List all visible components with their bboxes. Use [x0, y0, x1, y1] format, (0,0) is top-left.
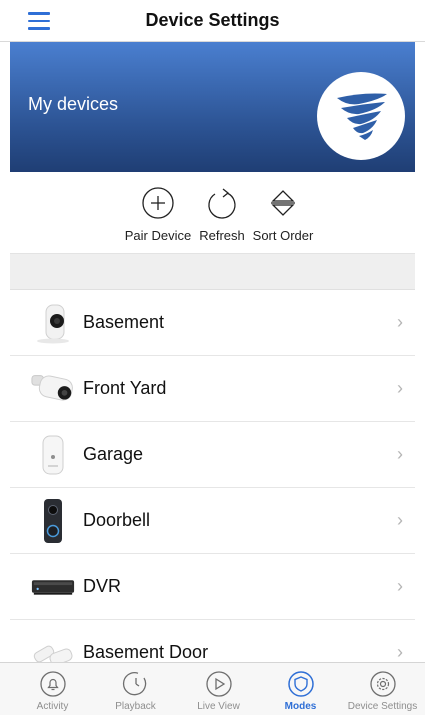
banner-title: My devices: [28, 94, 119, 114]
my-devices-banner: My devices: [10, 42, 415, 172]
dvr-icon: [30, 562, 76, 612]
tab-device-settings[interactable]: Device Settings: [340, 669, 425, 712]
tab-modes[interactable]: Modes: [258, 669, 343, 712]
device-actions: Pair Device Refresh Sort Order: [10, 172, 415, 254]
door-sensor-icon: [30, 628, 76, 662]
sensor-icon: [30, 430, 76, 480]
device-row-garage[interactable]: Garage ›: [10, 422, 415, 488]
device-list: Basement › Front Yard › Garage › Doorbel…: [10, 290, 415, 662]
device-row-basement[interactable]: Basement ›: [10, 290, 415, 356]
sort-order-button[interactable]: Sort Order: [243, 184, 323, 243]
play-icon: [176, 669, 261, 699]
chevron-right-icon: ›: [397, 642, 403, 662]
tab-label: Modes: [284, 701, 317, 712]
gear-icon: [340, 669, 425, 699]
tab-playback[interactable]: Playback: [93, 669, 178, 712]
tab-activity[interactable]: Activity: [10, 669, 95, 712]
device-row-front-yard[interactable]: Front Yard ›: [10, 356, 415, 422]
chevron-right-icon: ›: [397, 444, 403, 464]
page-title: Device Settings: [145, 10, 280, 30]
device-name: Doorbell: [83, 510, 151, 530]
device-name: Front Yard: [83, 378, 167, 398]
brand-logo-icon: [317, 72, 405, 160]
device-row-basement-door[interactable]: Basement Door ›: [10, 620, 415, 662]
tab-label: Live View: [197, 701, 240, 712]
chevron-right-icon: ›: [397, 576, 403, 596]
sort-order-icon: [243, 184, 323, 222]
device-row-dvr[interactable]: DVR ›: [10, 554, 415, 620]
device-name: Basement Door: [83, 642, 209, 662]
bullet-camera-icon: [30, 364, 76, 414]
sort-order-label: Sort Order: [252, 228, 314, 243]
bottom-tab-bar: Activity Playback Live View Modes Device…: [0, 662, 425, 715]
shield-icon: [258, 669, 343, 699]
top-bar: Device Settings: [0, 0, 425, 42]
playback-icon: [93, 669, 178, 699]
tab-label: Device Settings: [347, 701, 418, 712]
device-name: Basement: [83, 312, 165, 332]
tab-label: Activity: [36, 701, 69, 712]
bell-icon: [10, 669, 95, 699]
chevron-right-icon: ›: [397, 510, 403, 530]
device-name: Garage: [83, 444, 144, 464]
tab-live-view[interactable]: Live View: [176, 669, 261, 712]
device-row-doorbell[interactable]: Doorbell ›: [10, 488, 415, 554]
chevron-right-icon: ›: [397, 312, 403, 332]
device-name: DVR: [83, 576, 122, 596]
section-spacer: [10, 254, 415, 290]
doorbell-icon: [30, 496, 76, 546]
indoor-camera-icon: [30, 298, 76, 348]
chevron-right-icon: ›: [397, 378, 403, 398]
tab-label: Playback: [115, 701, 156, 712]
